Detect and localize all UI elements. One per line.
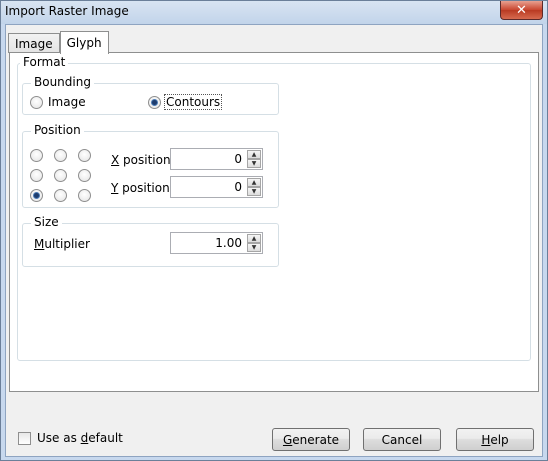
use-as-default-label[interactable]: Use as default: [37, 431, 123, 445]
bounding-group-label: Bounding: [31, 75, 94, 89]
close-button[interactable]: ✕: [500, 1, 543, 20]
anchor-middle-left-radio[interactable]: [30, 169, 43, 182]
format-group: Format Bounding Image Contours Position: [17, 55, 531, 361]
y-position-spin-buttons: ▲ ▼: [247, 178, 261, 196]
x-position-value[interactable]: 0: [234, 152, 242, 166]
position-group: Position X position 0 ▲ ▼ Y position 0 ▲…: [22, 123, 279, 208]
bounding-contours-label[interactable]: Contours: [163, 94, 223, 110]
anchor-top-left-radio[interactable]: [30, 149, 43, 162]
tab-image[interactable]: Image: [8, 33, 60, 53]
size-group: Size Multiplier 1.00 ▲ ▼: [22, 215, 279, 267]
x-position-stepper[interactable]: 0 ▲ ▼: [170, 148, 263, 170]
anchor-top-right-radio[interactable]: [78, 149, 91, 162]
x-position-spin-buttons: ▲ ▼: [247, 150, 261, 168]
multiplier-value[interactable]: 1.00: [215, 236, 242, 250]
use-as-default-checkbox[interactable]: [18, 432, 31, 445]
cancel-button[interactable]: Cancel: [363, 428, 441, 451]
bounding-contours-radio[interactable]: [148, 96, 161, 109]
generate-accesskey: G: [282, 432, 293, 447]
multiplier-spin-buttons: ▲ ▼: [247, 234, 261, 252]
y-position-value[interactable]: 0: [234, 180, 242, 194]
bounding-image-radio[interactable]: [30, 96, 43, 109]
tab-glyph-label: Glyph: [66, 36, 102, 50]
help-button[interactable]: Help: [456, 428, 534, 451]
multiplier-label-rest: ultiplier: [44, 237, 90, 251]
help-accesskey: H: [481, 432, 491, 447]
y-position-stepper[interactable]: 0 ▲ ▼: [170, 176, 263, 198]
glyph-tab-pane: Format Bounding Image Contours Position: [9, 52, 539, 392]
dialog-client-area: Image Glyph Format Bounding Image Contou…: [5, 24, 543, 457]
multiplier-accesskey: M: [34, 237, 45, 251]
anchor-bottom-left-radio[interactable]: [30, 189, 43, 202]
anchor-middle-center-radio[interactable]: [54, 169, 67, 182]
y-position-label: Y position: [111, 181, 170, 195]
generate-label-rest: enerate: [292, 432, 340, 447]
tab-glyph[interactable]: Glyph: [59, 31, 109, 54]
x-position-accesskey: X: [111, 153, 120, 167]
x-position-label: X position: [111, 153, 171, 167]
tab-strip: Image Glyph: [8, 31, 109, 54]
multiplier-label: Multiplier: [34, 237, 90, 251]
generate-button[interactable]: Generate: [272, 428, 350, 451]
y-position-label-rest: position: [118, 181, 170, 195]
title-bar[interactable]: Import Raster Image ✕: [1, 1, 547, 24]
close-icon: ✕: [516, 2, 527, 18]
anchor-bottom-center-radio[interactable]: [54, 189, 67, 202]
use-as-default-rest: efault: [88, 431, 123, 445]
bounding-group: Bounding Image Contours: [22, 75, 279, 115]
format-group-label: Format: [20, 55, 69, 69]
multiplier-stepper[interactable]: 1.00 ▲ ▼: [170, 232, 263, 254]
anchor-bottom-right-radio[interactable]: [78, 189, 91, 202]
help-label-rest: elp: [490, 432, 509, 447]
bounding-image-label[interactable]: Image: [48, 95, 86, 109]
x-position-increment-button[interactable]: ▲: [247, 150, 261, 159]
position-group-label: Position: [31, 123, 84, 137]
size-group-label: Size: [31, 215, 62, 229]
y-position-decrement-button[interactable]: ▼: [247, 187, 261, 196]
window-title: Import Raster Image: [5, 4, 129, 18]
cancel-label: Cancel: [381, 432, 423, 447]
multiplier-decrement-button[interactable]: ▼: [247, 243, 261, 252]
multiplier-increment-button[interactable]: ▲: [247, 234, 261, 243]
x-position-label-rest: position: [119, 153, 171, 167]
use-as-default-pre: Use as: [37, 431, 81, 445]
y-position-increment-button[interactable]: ▲: [247, 178, 261, 187]
x-position-decrement-button[interactable]: ▼: [247, 159, 261, 168]
tab-image-label: Image: [15, 36, 53, 51]
dialog-window: Import Raster Image ✕ Image Glyph Format…: [0, 0, 548, 461]
anchor-top-center-radio[interactable]: [54, 149, 67, 162]
anchor-middle-right-radio[interactable]: [78, 169, 91, 182]
